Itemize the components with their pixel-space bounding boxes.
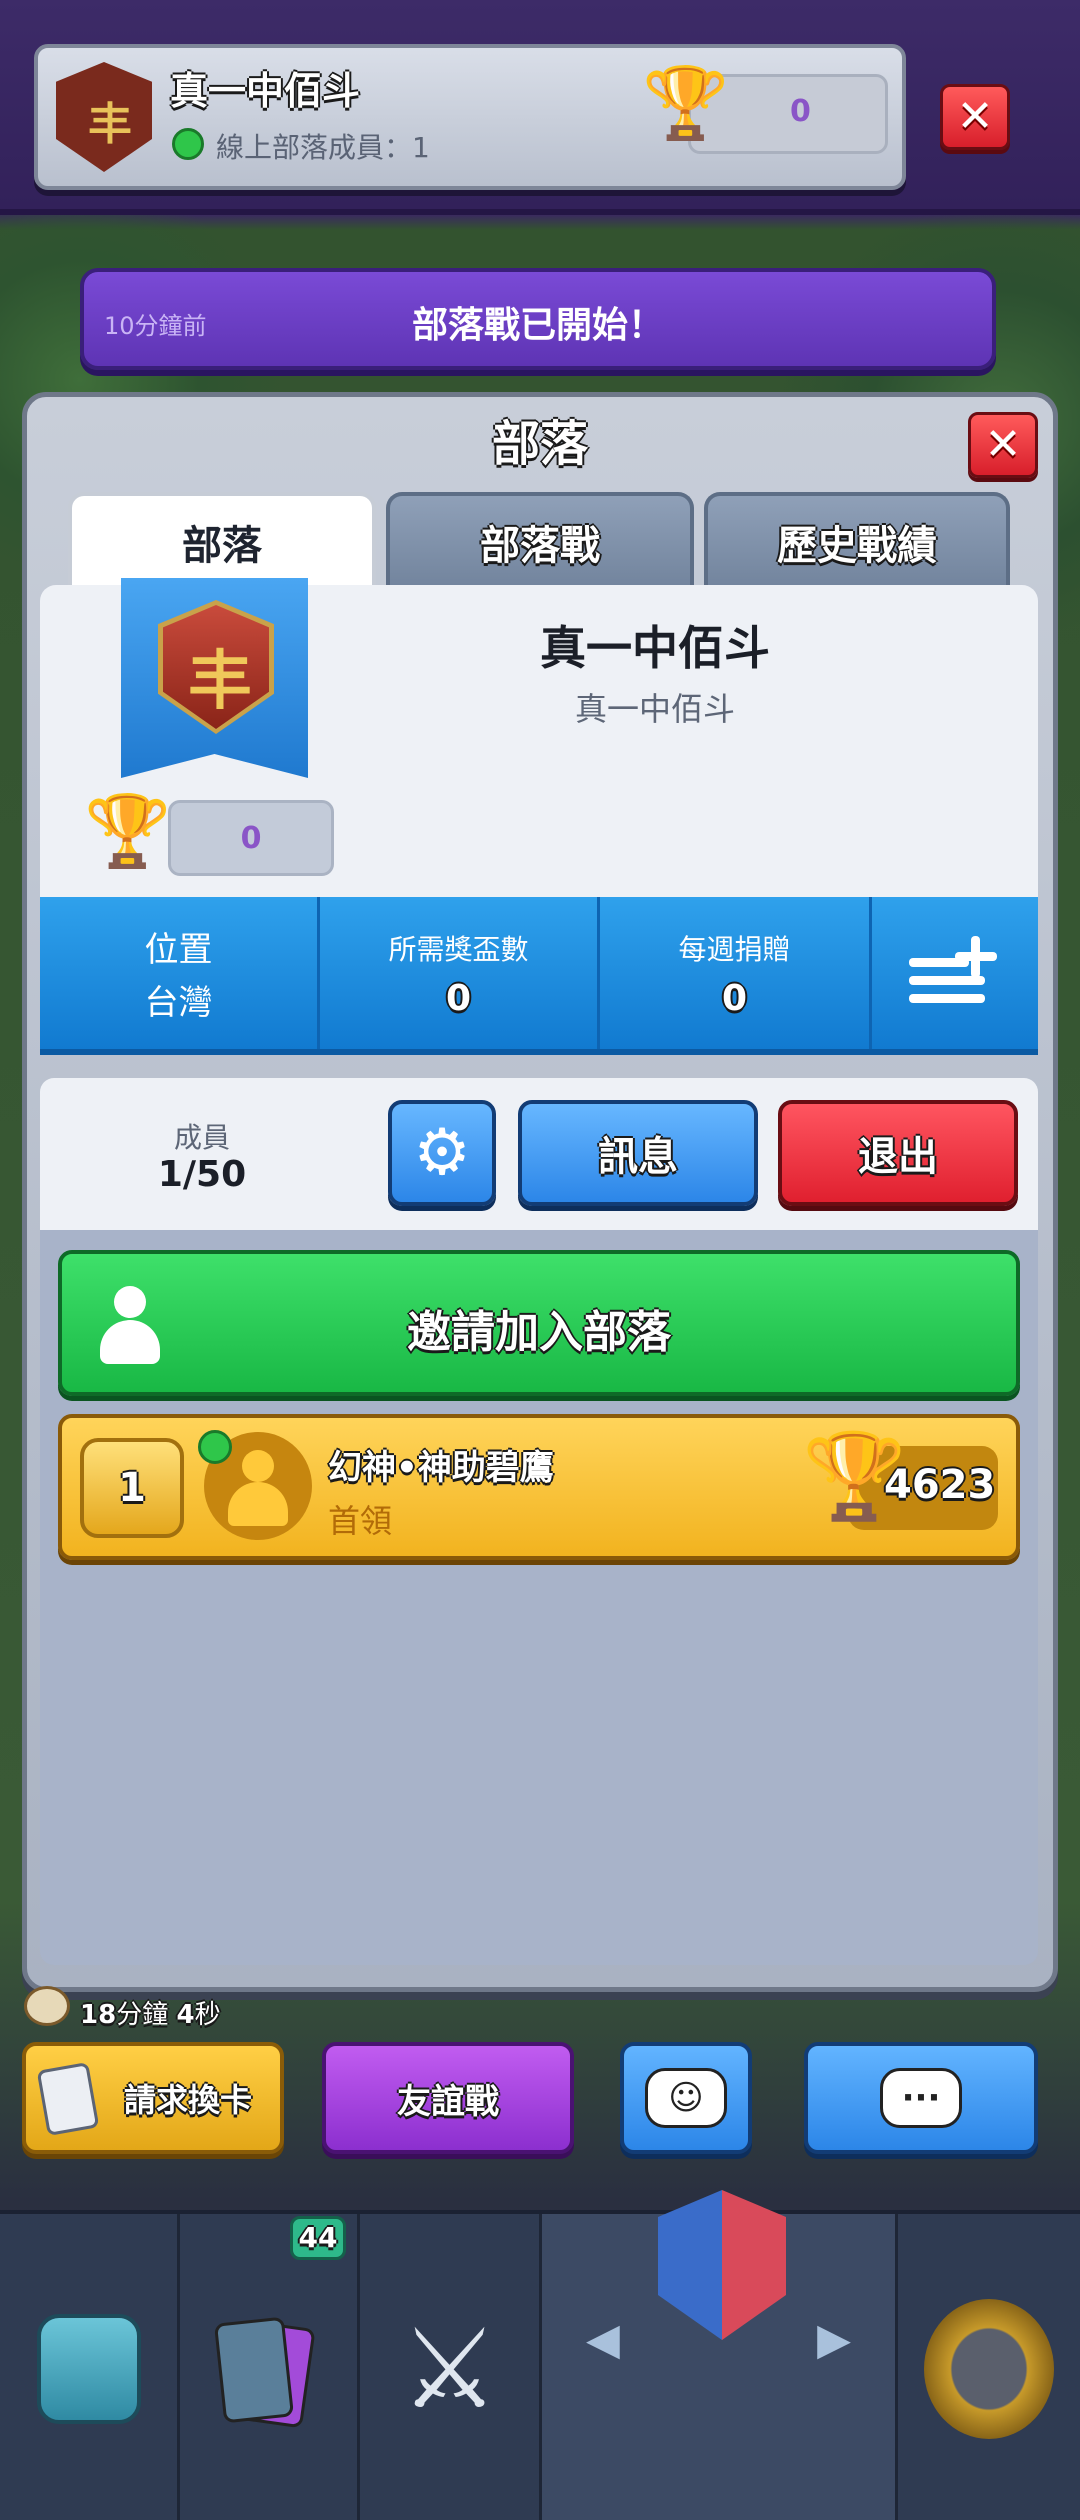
message-button[interactable]: 訊息	[518, 1100, 758, 1206]
arrow-right-icon[interactable]: ▶	[817, 2314, 851, 2365]
more-info-button[interactable]	[872, 897, 1038, 1049]
weekly-donations-label: 每週捐贈	[678, 932, 791, 966]
clan-shield-icon	[658, 2190, 786, 2340]
member-name: 幻神•神助碧鷹	[328, 1448, 554, 1488]
tab-clan[interactable]: 部落	[68, 492, 376, 588]
card-icon	[36, 2061, 100, 2137]
emote-button[interactable]: ☺	[620, 2042, 752, 2154]
emote-icon: ☺	[645, 2068, 727, 2128]
close-icon: ✕	[984, 419, 1022, 470]
nav-events[interactable]	[898, 2214, 1080, 2520]
tab-clan-war[interactable]: 部落戰	[386, 492, 694, 588]
laurel-icon	[924, 2299, 1054, 2439]
member-row[interactable]: 1 幻神•神助碧鷹 首領 🏆 4623	[58, 1414, 1020, 1560]
rank-number: 1	[118, 1465, 146, 1511]
cards-icon	[209, 2304, 329, 2434]
clan-trophy-score: 0	[168, 800, 334, 876]
nav-clan[interactable]: ◀ ▶	[542, 2190, 898, 2520]
top-clan-name: 真一中佰斗	[170, 69, 361, 113]
invite-label: 邀請加入部落	[407, 1307, 671, 1358]
request-timer: 18分鐘 4秒	[80, 1994, 221, 2031]
request-cards-button[interactable]: 請求換卡	[22, 2042, 284, 2154]
top-clan-card[interactable]: 丰 真一中佰斗 線上部落成員：1 🏆 0	[34, 44, 906, 190]
timer-sec-unit: 秒	[194, 2000, 221, 2030]
weekly-donations-value: 0	[721, 977, 748, 1019]
online-dot-icon	[198, 1430, 232, 1464]
required-trophies-label: 所需獎盃數	[388, 932, 529, 966]
clan-war-notice: 10分鐘前 部落戰已開始！	[80, 268, 996, 370]
panel-title: 部落	[491, 416, 588, 472]
timer-seconds: 4	[176, 2000, 195, 2030]
chat-button[interactable]: ···	[804, 2042, 1038, 2154]
arrow-left-icon[interactable]: ◀	[586, 2314, 620, 2365]
online-members-label: 線上部落成員：1	[216, 131, 430, 164]
top-close-button[interactable]: ✕	[940, 84, 1010, 150]
clan-stats-bar: 位置 台灣 所需獎盃數 0 每週捐贈 0	[40, 897, 1038, 1055]
tab-war-history[interactable]: 歷史戰績	[704, 492, 1010, 588]
panel-close-button[interactable]: ✕	[968, 412, 1038, 478]
members-label: 成員	[173, 1121, 230, 1154]
notice-message: 部落戰已開始！	[411, 305, 664, 346]
stat-location: 位置 台灣	[40, 897, 320, 1049]
chat-icon: ···	[880, 2068, 962, 2128]
nav-cards[interactable]: 44	[180, 2214, 360, 2520]
list-add-icon	[909, 936, 1001, 1010]
required-trophies-value: 0	[445, 977, 472, 1019]
top-bamboo-icon: 丰	[88, 99, 132, 150]
rank-badge: 1	[80, 1438, 184, 1538]
gear-icon: ⚙	[413, 1116, 471, 1190]
friendly-battle-button[interactable]: 友誼戰	[322, 2042, 574, 2154]
top-trophy-value: 0	[790, 94, 811, 129]
clan-settings-button[interactable]: ⚙	[388, 1100, 496, 1206]
clan-description: 真一中佰斗	[574, 690, 735, 728]
chest-icon	[36, 2314, 141, 2424]
nav-battle[interactable]: ⚔	[360, 2214, 542, 2520]
card-count-badge: 44	[290, 2216, 346, 2260]
location-label: 位置	[144, 930, 213, 970]
timer-min-unit: 分鐘	[116, 2000, 169, 2030]
clan-name: 真一中佰斗	[540, 621, 770, 675]
member-trophies: 4623	[884, 1462, 996, 1508]
trophy-icon: 🏆	[642, 62, 730, 144]
online-dot-icon	[172, 128, 204, 160]
request-cards-label: 請求換卡	[123, 2081, 252, 2119]
location-value: 台灣	[144, 983, 213, 1023]
close-icon: ✕	[956, 91, 994, 142]
crossed-swords-icon: ⚔	[400, 2305, 499, 2433]
members-count: 1/50	[157, 1154, 247, 1195]
clock-icon	[24, 1986, 70, 2026]
nav-shop[interactable]	[0, 2214, 180, 2520]
bottom-nav: 44 ⚔ ◀ ▶	[0, 2190, 1080, 2520]
trophy-icon: 🏆	[84, 790, 172, 872]
member-role: 首領	[328, 1502, 393, 1540]
bamboo-icon: 丰	[188, 645, 252, 719]
timer-minutes: 18	[80, 2000, 117, 2030]
stat-weekly-donations: 每週捐贈 0	[600, 897, 872, 1049]
stat-required-trophies: 所需獎盃數 0	[320, 897, 600, 1049]
leave-clan-button[interactable]: 退出	[778, 1100, 1018, 1206]
invite-to-clan-button[interactable]: 邀請加入部落	[58, 1250, 1020, 1396]
